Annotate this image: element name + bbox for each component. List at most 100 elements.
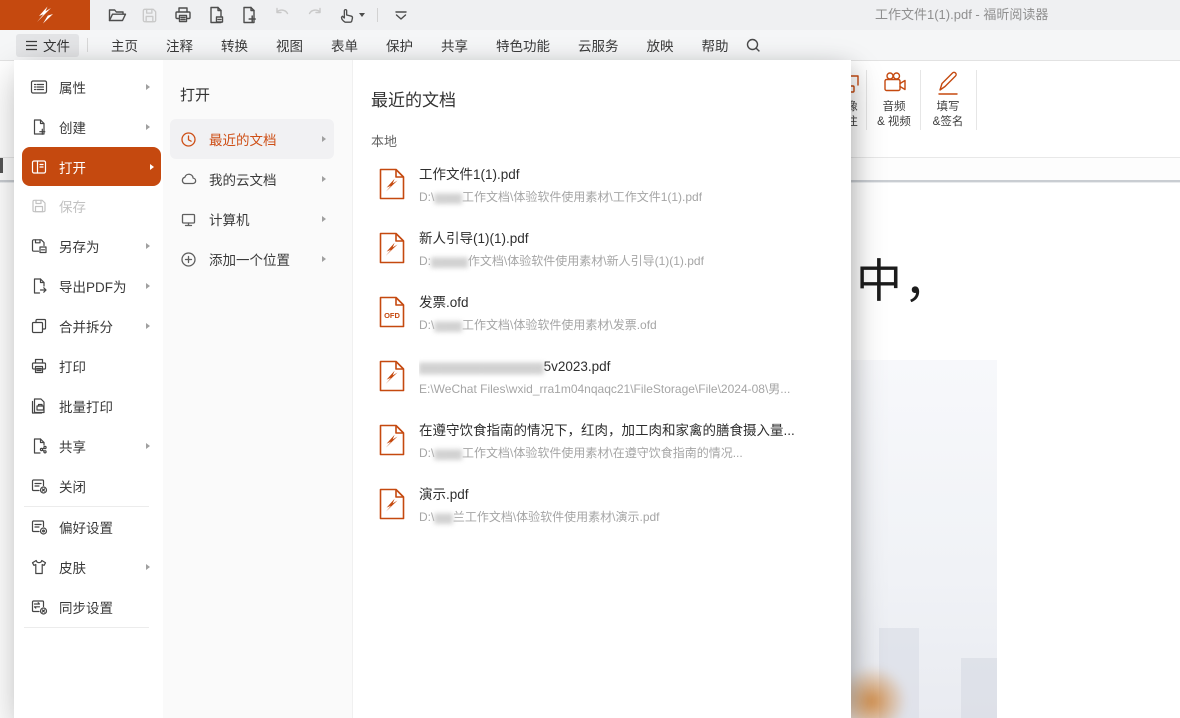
search-button[interactable]: [745, 37, 762, 54]
insert-pages-button[interactable]: [232, 0, 265, 30]
document-embedded-image: [851, 360, 997, 718]
recent-file-row[interactable]: OFD 发票.ofd D:\▆▆▆工作文档\体验软件使用素材\发票.ofd: [371, 286, 851, 350]
menu-item-merge-split[interactable]: 合并拆分: [14, 306, 163, 346]
print-icon: [30, 357, 48, 375]
pdf-file-icon: [379, 168, 405, 200]
tab-comment[interactable]: 注释: [152, 35, 207, 55]
open-item-computer[interactable]: 计算机: [170, 199, 334, 239]
create-icon: [30, 118, 48, 136]
save-as-icon: [30, 237, 48, 255]
hand-tool-button[interactable]: [331, 0, 371, 30]
quick-access-toolbar: [100, 0, 417, 30]
tab-features[interactable]: 特色功能: [482, 35, 564, 55]
file-path: D:\▆▆▆工作文档\体验软件使用素材\工作文件1(1).pdf: [419, 189, 702, 205]
page-extract-icon: [206, 5, 226, 25]
batch-print-icon: [30, 397, 48, 415]
file-menu-button[interactable]: 文件: [16, 34, 79, 57]
menubar-divider: [87, 38, 88, 52]
file-text: 工作文件1(1).pdf D:\▆▆▆工作文档\体验软件使用素材\工作文件1(1…: [419, 164, 702, 222]
submenu-arrow-icon: [322, 136, 326, 142]
computer-icon: [180, 211, 197, 228]
file-text: 新人引导(1)(1).pdf D:▆▆▆▆作文档\体验软件使用素材\新人引导(1…: [419, 228, 704, 286]
save-icon: [140, 6, 159, 25]
submenu-arrow-icon: [146, 564, 150, 570]
search-icon: [745, 37, 762, 54]
tab-help[interactable]: 帮助: [688, 35, 743, 55]
merge-split-icon: [30, 317, 48, 335]
open-item-add-place[interactable]: 添加一个位置: [170, 239, 334, 279]
save-icon: [30, 197, 48, 215]
file-name: 发票.ofd: [419, 294, 657, 312]
menu-item-save: 保存: [14, 186, 163, 226]
tab-form[interactable]: 表单: [317, 35, 372, 55]
file-name: 新人引导(1)(1).pdf: [419, 230, 704, 248]
file-text: 演示.pdf D:\▆▆兰工作文档\体验软件使用素材\演示.pdf: [419, 484, 660, 542]
tab-share[interactable]: 共享: [427, 35, 482, 55]
menu-item-print[interactable]: 打印: [14, 346, 163, 386]
open-item-cloud-documents[interactable]: 我的云文档: [170, 159, 334, 199]
submenu-arrow-icon: [146, 443, 150, 449]
extract-pages-button[interactable]: [199, 0, 232, 30]
open-item-recent-documents[interactable]: 最近的文档: [170, 119, 334, 159]
hamburger-icon: [25, 40, 38, 51]
menu-item-batch-print[interactable]: 批量打印: [14, 386, 163, 426]
recent-file-row[interactable]: 新人引导(1)(1).pdf D:▆▆▆▆作文档\体验软件使用素材\新人引导(1…: [371, 222, 851, 286]
menu-item-skin[interactable]: 皮肤: [14, 547, 163, 587]
tab-home[interactable]: 主页: [97, 35, 152, 55]
open-panel-title: 打开: [180, 84, 352, 105]
menu-item-sync-settings[interactable]: 同步设置: [14, 587, 163, 627]
submenu-arrow-icon: [146, 283, 150, 289]
audio-video-button[interactable]: 音频 & 视频: [868, 66, 920, 130]
hand-tool-dropdown-caret[interactable]: [359, 13, 365, 17]
app-window: 工作文件1(1).pdf - 福昕阅读器 文件 主页 注释 转换 视图 表单 保…: [0, 0, 1180, 718]
title-bar: 工作文件1(1).pdf - 福昕阅读器: [0, 0, 1180, 30]
customize-toolbar-button[interactable]: [384, 0, 417, 30]
file-path: D:\▆▆▆工作文档\体验软件使用素材\在遵守饮食指南的情况...: [419, 445, 795, 461]
pencil-icon: [934, 66, 962, 100]
export-pdf-icon: [30, 277, 48, 295]
submenu-arrow-icon: [322, 216, 326, 222]
recent-file-row[interactable]: ▆▆▆▆▆▆▆▆▆▆▆▆5v2023.pdf E:\WeChat Files\w…: [371, 350, 851, 414]
recent-file-row[interactable]: 工作文件1(1).pdf D:\▆▆▆工作文档\体验软件使用素材\工作文件1(1…: [371, 158, 851, 222]
submenu-arrow-icon: [322, 256, 326, 262]
menu-item-preferences[interactable]: 偏好设置: [14, 507, 163, 547]
tab-convert[interactable]: 转换: [207, 35, 262, 55]
recent-file-row[interactable]: 演示.pdf D:\▆▆兰工作文档\体验软件使用素材\演示.pdf: [371, 478, 851, 542]
tab-view[interactable]: 视图: [262, 35, 317, 55]
menu-item-properties[interactable]: 属性: [14, 67, 163, 107]
pdf-file-icon: [379, 360, 405, 392]
menu-item-open[interactable]: 打开: [22, 147, 161, 186]
menu-item-close[interactable]: 关闭: [14, 466, 163, 506]
submenu-arrow-icon: [322, 176, 326, 182]
open-file-button[interactable]: [100, 0, 133, 30]
menu-bar: 文件 主页 注释 转换 视图 表单 保护 共享 特色功能 云服务 放映 帮助: [0, 30, 1180, 61]
menu-item-create[interactable]: 创建: [14, 107, 163, 147]
sync-icon: [30, 598, 48, 616]
clock-icon: [180, 131, 197, 148]
hand-icon: [338, 6, 357, 25]
menu-item-share[interactable]: 共享: [14, 426, 163, 466]
undo-button: [265, 0, 298, 30]
tab-present[interactable]: 放映: [633, 35, 688, 55]
svg-text:OFD: OFD: [384, 311, 400, 320]
menu-item-save-as[interactable]: 另存为: [14, 226, 163, 266]
file-path: E:\WeChat Files\wxid_rra1m04nqaqc21\File…: [419, 381, 790, 397]
tab-cloud[interactable]: 云服务: [564, 35, 633, 55]
tab-protect[interactable]: 保护: [372, 35, 427, 55]
fill-sign-button[interactable]: 填写 &签名: [922, 66, 974, 130]
file-text: ▆▆▆▆▆▆▆▆▆▆▆▆5v2023.pdf E:\WeChat Files\w…: [419, 356, 790, 414]
print-button[interactable]: [166, 0, 199, 30]
file-path: D:\▆▆▆工作文档\体验软件使用素材\发票.ofd: [419, 317, 657, 333]
tshirt-icon: [30, 558, 48, 576]
toolbar-divider: [377, 8, 378, 22]
image-detail: [961, 658, 997, 718]
file-name: 演示.pdf: [419, 486, 660, 504]
file-text: 发票.ofd D:\▆▆▆工作文档\体验软件使用素材\发票.ofd: [419, 292, 657, 350]
pdf-file-icon: [379, 232, 405, 264]
submenu-arrow-icon: [146, 323, 150, 329]
add-place-icon: [180, 251, 197, 268]
file-text: 在遵守饮食指南的情况下，红肉，加工肉和家禽的膳食摄入量... D:\▆▆▆工作文…: [419, 420, 795, 478]
menu-item-export-pdf[interactable]: 导出PDF为: [14, 266, 163, 306]
file-name: ▆▆▆▆▆▆▆▆▆▆▆▆5v2023.pdf: [419, 358, 790, 376]
recent-file-row[interactable]: 在遵守饮食指南的情况下，红肉，加工肉和家禽的膳食摄入量... D:\▆▆▆工作文…: [371, 414, 851, 478]
